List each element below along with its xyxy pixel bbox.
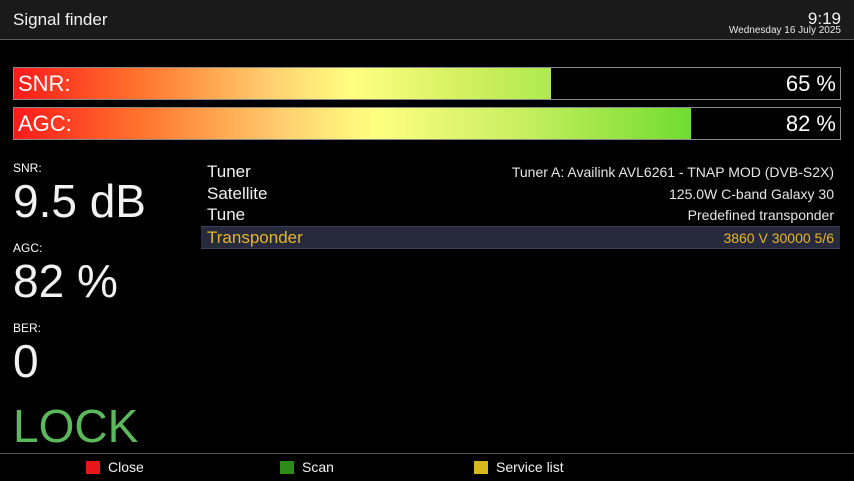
info-key: Satellite <box>207 183 268 203</box>
close-button[interactable]: Close <box>86 459 144 475</box>
info-value: 125.0W C-band Galaxy 30 <box>669 185 834 202</box>
tuner-info-list: Tuner Tuner A: Availink AVL6261 - TNAP M… <box>201 161 840 249</box>
snr-stat-label: SNR: <box>13 161 42 175</box>
info-value: 3860 V 30000 5/6 <box>723 229 834 246</box>
agc-level-fill <box>14 108 692 139</box>
color-key-bar: Close Scan Service list <box>0 453 854 481</box>
scan-button[interactable]: Scan <box>280 459 334 475</box>
green-key-icon <box>280 461 294 474</box>
info-row-transponder[interactable]: Transponder 3860 V 30000 5/6 <box>201 225 840 249</box>
service-list-button[interactable]: Service list <box>474 459 564 475</box>
agc-level-bar: AGC: 82 % <box>13 107 841 140</box>
close-button-label: Close <box>108 459 144 475</box>
info-key: Tune <box>207 205 246 224</box>
info-value: Predefined transponder <box>687 207 834 223</box>
lock-status: LOCK <box>13 400 139 452</box>
agc-stat-label: AGC: <box>13 241 43 255</box>
service-list-button-label: Service list <box>496 459 564 475</box>
info-row-tuner[interactable]: Tuner Tuner A: Availink AVL6261 - TNAP M… <box>201 161 840 183</box>
info-row-tune[interactable]: Tune Predefined transponder <box>201 204 840 226</box>
agc-bar-label: AGC: <box>18 111 72 136</box>
snr-level-bar: SNR: 65 % <box>13 67 841 100</box>
scan-button-label: Scan <box>302 459 334 475</box>
snr-bar-value: 65 % <box>785 71 836 96</box>
info-row-satellite[interactable]: Satellite 125.0W C-band Galaxy 30 <box>201 183 840 205</box>
yellow-key-icon <box>474 461 488 474</box>
ber-stat-label: BER: <box>13 321 42 335</box>
page-title: Signal finder <box>13 10 108 29</box>
agc-bar-value: 82 % <box>785 111 836 136</box>
agc-stat-value: 82 % <box>13 255 118 307</box>
info-key: Transponder <box>207 227 303 247</box>
clock-date: Wednesday 16 July 2025 <box>728 25 841 36</box>
header-bar: Signal finder 9:19 Wednesday 16 July 202… <box>0 0 854 40</box>
snr-stat-value: 9.5 dB <box>13 175 146 227</box>
info-key: Tuner <box>207 162 251 181</box>
snr-bar-label: SNR: <box>18 71 71 96</box>
snr-level-fill <box>14 68 551 99</box>
ber-stat-value: 0 <box>13 335 39 387</box>
info-value: Tuner A: Availink AVL6261 - TNAP MOD (DV… <box>511 164 834 180</box>
red-key-icon <box>86 461 100 474</box>
